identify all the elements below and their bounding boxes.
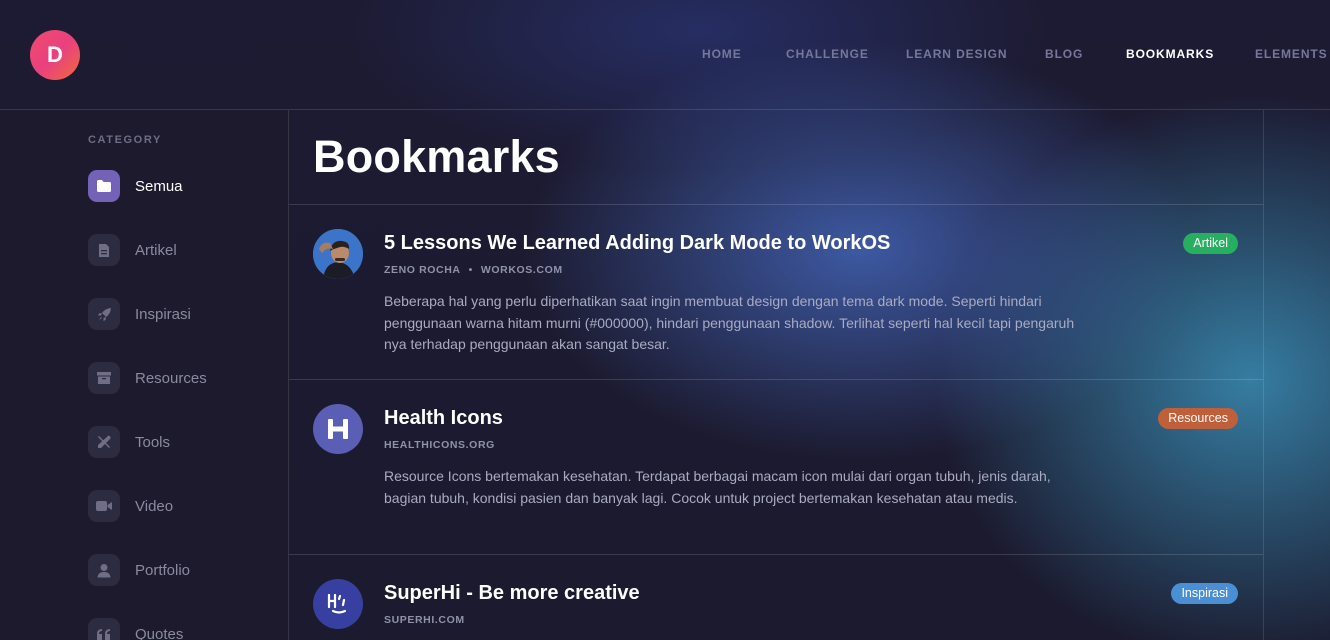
bookmark-card[interactable]: Health Icons HEALTHICONS.ORG Resource Ic… — [289, 380, 1263, 554]
sidebar-item-portfolio[interactable]: Portfolio — [88, 554, 268, 586]
bookmark-source[interactable]: WORKOS.COM — [481, 264, 563, 276]
category-badge[interactable]: Artikel — [1183, 233, 1238, 254]
nav-challenge[interactable]: CHALLENGE — [786, 47, 869, 61]
sidebar-item-tools[interactable]: Tools — [88, 426, 268, 458]
content-right-border — [1263, 110, 1264, 640]
bookmark-title[interactable]: SuperHi - Be more creative — [384, 582, 640, 605]
bookmark-description: Beberapa hal yang perlu diperhatikan saa… — [384, 293, 1075, 352]
nav-home[interactable]: HOME — [702, 47, 742, 61]
sidebar-item-label: Semua — [135, 177, 183, 195]
category-badge[interactable]: Inspirasi — [1171, 583, 1238, 604]
person-avatar — [313, 229, 363, 279]
sidebar-item-video[interactable]: Video — [88, 490, 268, 522]
sidebar-item-label: Resources — [135, 369, 207, 387]
nav-learn-design[interactable]: LEARN DESIGN — [906, 47, 1007, 61]
video-icon — [88, 490, 120, 522]
separator-dot: • — [468, 264, 473, 276]
rocket-icon — [88, 298, 120, 330]
health-icons-logo — [313, 404, 363, 454]
category-heading: CATEGORY — [88, 134, 162, 146]
category-badge[interactable]: Resources — [1158, 408, 1238, 429]
sidebar-item-inspirasi[interactable]: Inspirasi — [88, 298, 268, 330]
superhi-logo — [313, 579, 363, 629]
document-icon — [88, 234, 120, 266]
user-icon — [88, 554, 120, 586]
sidebar-item-quotes[interactable]: Quotes — [88, 618, 268, 640]
nav-blog[interactable]: BLOG — [1045, 47, 1083, 61]
bookmark-source[interactable]: SUPERHI.COM — [384, 614, 465, 626]
bookmark-card[interactable]: SuperHi - Be more creative SUPERHI.COM I… — [289, 555, 1263, 640]
bookmark-author: ZENO ROCHA — [384, 264, 461, 276]
sidebar-item-semua[interactable]: Semua — [88, 170, 268, 202]
bookmark-description: Resource Icons bertemakan kesehatan. Ter… — [384, 468, 1051, 506]
page-title: Bookmarks — [313, 131, 560, 182]
bookmark-title[interactable]: Health Icons — [384, 407, 503, 430]
bookmark-card[interactable]: 5 Lessons We Learned Adding Dark Mode to… — [289, 205, 1263, 379]
nav-elements[interactable]: ELEMENTS — [1255, 47, 1328, 61]
nav-bookmarks[interactable]: BOOKMARKS — [1126, 47, 1214, 61]
bookmark-meta: HEALTHICONS.ORG — [384, 439, 495, 451]
bookmark-meta: ZENO ROCHA • WORKOS.COM — [384, 264, 563, 276]
bookmark-title[interactable]: 5 Lessons We Learned Adding Dark Mode to… — [384, 232, 890, 255]
sidebar-item-artikel[interactable]: Artikel — [88, 234, 268, 266]
sidebar-item-label: Portfolio — [135, 561, 191, 579]
sidebar-item-label: Quotes — [135, 625, 184, 640]
sidebar-item-label: Video — [135, 497, 174, 515]
bookmark-source[interactable]: HEALTHICONS.ORG — [384, 439, 495, 451]
archive-icon — [88, 362, 120, 394]
sidebar-item-resources[interactable]: Resources — [88, 362, 268, 394]
sidebar-item-label: Artikel — [135, 241, 177, 259]
sidebar-item-label: Inspirasi — [135, 305, 191, 323]
main-nav: HOME CHALLENGE LEARN DESIGN BLOG BOOKMAR… — [0, 47, 1330, 63]
site-header: D HOME CHALLENGE LEARN DESIGN BLOG BOOKM… — [0, 0, 1330, 110]
quote-icon — [88, 618, 120, 640]
tools-icon — [88, 426, 120, 458]
bookmark-meta: SUPERHI.COM — [384, 614, 465, 626]
sidebar-item-label: Tools — [135, 433, 171, 451]
folder-icon — [88, 170, 120, 202]
